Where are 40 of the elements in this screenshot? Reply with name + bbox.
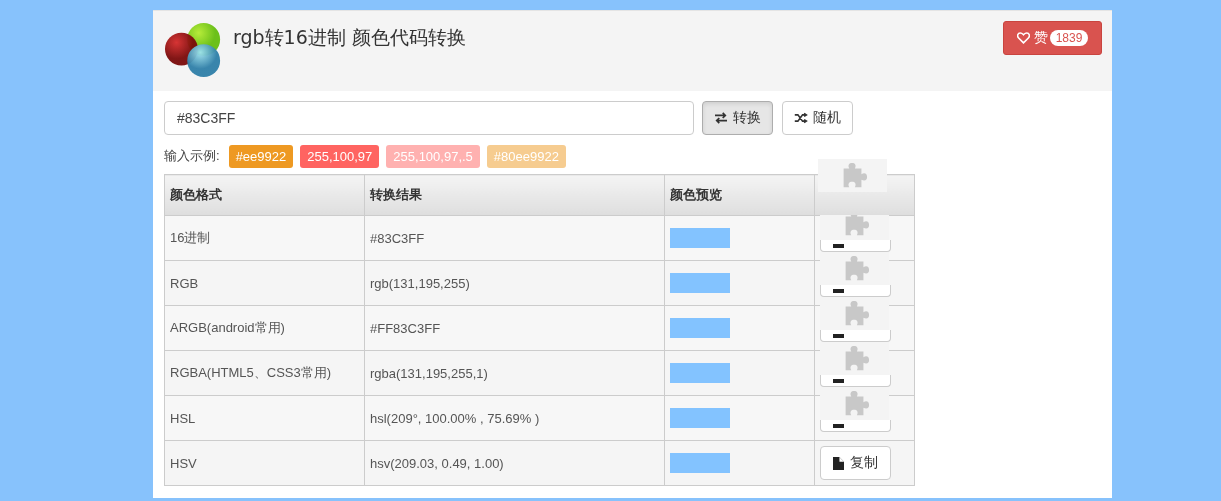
table-cell: HSL <box>164 395 365 441</box>
table-cell: HSV <box>164 440 365 486</box>
copy-button[interactable] <box>820 375 891 387</box>
overlapping-circles-logo <box>165 22 223 80</box>
column-header: 转换结果 <box>364 174 665 216</box>
table-cell: 16进制 <box>164 215 365 261</box>
swap-arrows-icon <box>714 112 728 124</box>
random-button[interactable]: 随机 <box>782 101 853 135</box>
copy-button[interactable]: 复制 <box>820 446 891 480</box>
document-icon <box>833 334 844 338</box>
copy-button[interactable] <box>820 240 891 252</box>
copy-button[interactable] <box>820 330 891 342</box>
examples-label: 输入示例: <box>164 147 220 165</box>
column-header: 颜色格式 <box>164 174 365 216</box>
table-cell: #83C3FF <box>364 215 665 261</box>
example-tag[interactable]: #ee9922 <box>228 144 294 168</box>
table-cell: ARGB(android常用) <box>164 305 365 351</box>
table-cell: rgb(131,195,255) <box>364 260 665 306</box>
example-tag[interactable]: 255,100,97 <box>300 144 380 168</box>
document-icon <box>833 456 844 470</box>
table-cell: rgba(131,195,255,1) <box>364 350 665 396</box>
page-title: rgb转16进制 颜色代码转换 <box>233 25 466 50</box>
like-button[interactable]: 赞 1839 <box>1003 21 1102 55</box>
convert-button[interactable]: 转换 <box>702 101 773 135</box>
copy-button[interactable] <box>820 285 891 297</box>
heart-icon <box>1016 32 1030 44</box>
shuffle-icon <box>794 112 808 124</box>
table-cell: hsv(209.03, 0.49, 1.00) <box>364 440 665 486</box>
document-icon <box>833 289 844 293</box>
table-cell: hsl(209°, 100.00% , 75.69% ) <box>364 395 665 441</box>
copy-button[interactable] <box>820 420 891 432</box>
document-icon <box>833 424 844 428</box>
table-cell: RGBA(HTML5、CSS3常用) <box>164 350 365 396</box>
column-header: 颜色预览 <box>664 174 815 216</box>
table-cell: #FF83C3FF <box>364 305 665 351</box>
table-cell: RGB <box>164 260 365 306</box>
like-count: 1839 <box>1049 30 1089 46</box>
document-icon <box>833 379 844 383</box>
color-input-field[interactable]: #83C3FF <box>164 101 694 135</box>
document-icon <box>833 244 844 248</box>
